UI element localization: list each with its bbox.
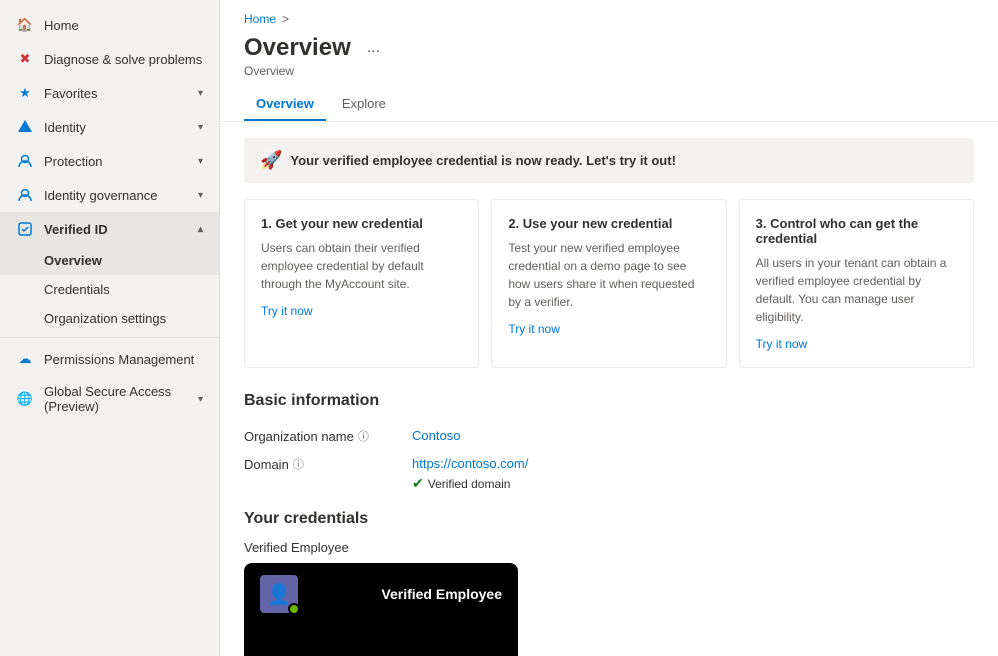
online-dot <box>288 603 300 615</box>
card-control-credential: 3. Control who can get the credential Al… <box>739 199 974 368</box>
sidebar-item-label: Favorites <box>44 86 188 101</box>
diagnose-icon: ✖ <box>16 50 34 68</box>
sidebar-item-protection[interactable]: Protection ▾ <box>0 144 219 178</box>
page-title: Overview <box>244 34 351 62</box>
identity-icon <box>16 118 34 136</box>
sidebar-sub-item-org-settings[interactable]: Organization settings <box>0 304 219 333</box>
info-row-org-name: Organization name ⓘ Contoso <box>220 422 998 450</box>
card-title: 2. Use your new credential <box>508 216 709 231</box>
sidebar-item-home[interactable]: 🏠 Home <box>0 8 219 42</box>
page-header: Overview ... <box>220 30 998 64</box>
chevron-down-icon: ▾ <box>198 394 203 405</box>
credential-avatar: 👤 <box>260 575 298 613</box>
sidebar: 🏠 Home ✖ Diagnose & solve problems ★ Fav… <box>0 0 220 656</box>
star-icon: ★ <box>16 84 34 102</box>
tab-explore[interactable]: Explore <box>330 88 398 121</box>
main-content: Home > Overview ... Overview Overview Ex… <box>220 0 998 656</box>
card-body: Users can obtain their verified employee… <box>261 239 462 293</box>
card-get-credential: 1. Get your new credential Users can obt… <box>244 199 479 368</box>
credential-card-inner: 👤 Verified Employee Contoso <box>244 563 518 656</box>
sidebar-item-favorites[interactable]: ★ Favorites ▾ <box>0 76 219 110</box>
banner-text: Your verified employee credential is now… <box>290 153 676 168</box>
sidebar-item-identity-governance[interactable]: Identity governance ▾ <box>0 178 219 212</box>
cards-container: 1. Get your new credential Users can obt… <box>244 199 974 368</box>
sidebar-item-label: Permissions Management <box>44 352 203 367</box>
org-name-value[interactable]: Contoso <box>412 428 460 443</box>
sidebar-item-label: Diagnose & solve problems <box>44 52 203 67</box>
sidebar-item-global-secure[interactable]: 🌐 Global Secure Access (Preview) ▾ <box>0 376 219 422</box>
sidebar-divider <box>0 337 219 338</box>
sidebar-sub-item-label: Credentials <box>44 282 110 297</box>
sidebar-item-label: Identity <box>44 120 188 135</box>
org-name-label: Organization name ⓘ <box>244 428 404 444</box>
card-link-1[interactable]: Try it now <box>261 304 313 318</box>
credentials-section: Your credentials Verified Employee 👤 Ver… <box>220 510 998 656</box>
sidebar-item-label: Global Secure Access (Preview) <box>44 384 188 414</box>
sidebar-item-label: Identity governance <box>44 188 188 203</box>
info-tooltip-icon-2[interactable]: ⓘ <box>293 456 304 472</box>
card-link-2[interactable]: Try it now <box>508 322 560 336</box>
chevron-down-icon: ▾ <box>198 122 203 133</box>
breadcrumb-home[interactable]: Home <box>244 12 276 26</box>
basic-info-title: Basic information <box>244 392 974 410</box>
verified-text: Verified domain <box>428 477 511 491</box>
card-body: All users in your tenant can obtain a ve… <box>756 254 957 326</box>
credential-card-top: 👤 Verified Employee <box>260 575 502 613</box>
credentials-title: Your credentials <box>244 510 974 528</box>
domain-values: https://contoso.com/ ✔ Verified domain <box>412 456 528 492</box>
ellipsis-button[interactable]: ... <box>361 37 386 59</box>
credential-type-label: Verified Employee <box>244 540 974 555</box>
chevron-up-icon: ▴ <box>198 224 203 235</box>
sidebar-item-label: Verified ID <box>44 222 188 237</box>
globe-icon: 🌐 <box>16 390 34 408</box>
info-tooltip-icon[interactable]: ⓘ <box>358 428 369 444</box>
card-link-3[interactable]: Try it now <box>756 337 808 351</box>
banner: 🚀 Your verified employee credential is n… <box>244 138 974 183</box>
sidebar-item-label: Protection <box>44 154 188 169</box>
card-use-credential: 2. Use your new credential Test your new… <box>491 199 726 368</box>
card-body: Test your new verified employee credenti… <box>508 239 709 311</box>
sidebar-sub-item-overview[interactable]: Overview <box>0 246 219 275</box>
tab-overview[interactable]: Overview <box>244 88 326 121</box>
verified-badge: ✔ Verified domain <box>412 475 528 492</box>
protection-icon <box>16 152 34 170</box>
sidebar-item-identity[interactable]: Identity ▾ <box>0 110 219 144</box>
card-title: 3. Control who can get the credential <box>756 216 957 246</box>
sidebar-sub-item-label: Overview <box>44 253 102 268</box>
sidebar-item-label: Home <box>44 18 203 33</box>
sidebar-item-permissions[interactable]: ☁ Permissions Management <box>0 342 219 376</box>
rocket-icon: 🚀 <box>260 150 282 171</box>
domain-link[interactable]: https://contoso.com/ <box>412 456 528 471</box>
identity-governance-icon <box>16 186 34 204</box>
credential-card: 👤 Verified Employee Contoso <box>244 563 518 656</box>
cloud-icon: ☁ <box>16 350 34 368</box>
sidebar-item-diagnose[interactable]: ✖ Diagnose & solve problems <box>0 42 219 76</box>
card-title: 1. Get your new credential <box>261 216 462 231</box>
person-icon: 👤 <box>267 582 292 607</box>
home-icon: 🏠 <box>16 16 34 34</box>
sidebar-sub-item-credentials[interactable]: Credentials <box>0 275 219 304</box>
domain-label: Domain ⓘ <box>244 456 404 472</box>
credential-name: Verified Employee <box>381 586 502 602</box>
tabs-container: Overview Explore <box>220 88 998 122</box>
chevron-down-icon: ▾ <box>198 88 203 99</box>
breadcrumb: Home > <box>220 0 998 30</box>
chevron-down-icon: ▾ <box>198 190 203 201</box>
checkmark-icon: ✔ <box>412 475 424 492</box>
chevron-down-icon: ▾ <box>198 156 203 167</box>
sidebar-sub-item-label: Organization settings <box>44 311 166 326</box>
verified-id-icon <box>16 220 34 238</box>
sidebar-item-verified-id[interactable]: Verified ID ▴ <box>0 212 219 246</box>
page-subtitle: Overview <box>220 64 998 88</box>
info-row-domain: Domain ⓘ https://contoso.com/ ✔ Verified… <box>220 450 998 498</box>
breadcrumb-separator: > <box>282 12 289 26</box>
